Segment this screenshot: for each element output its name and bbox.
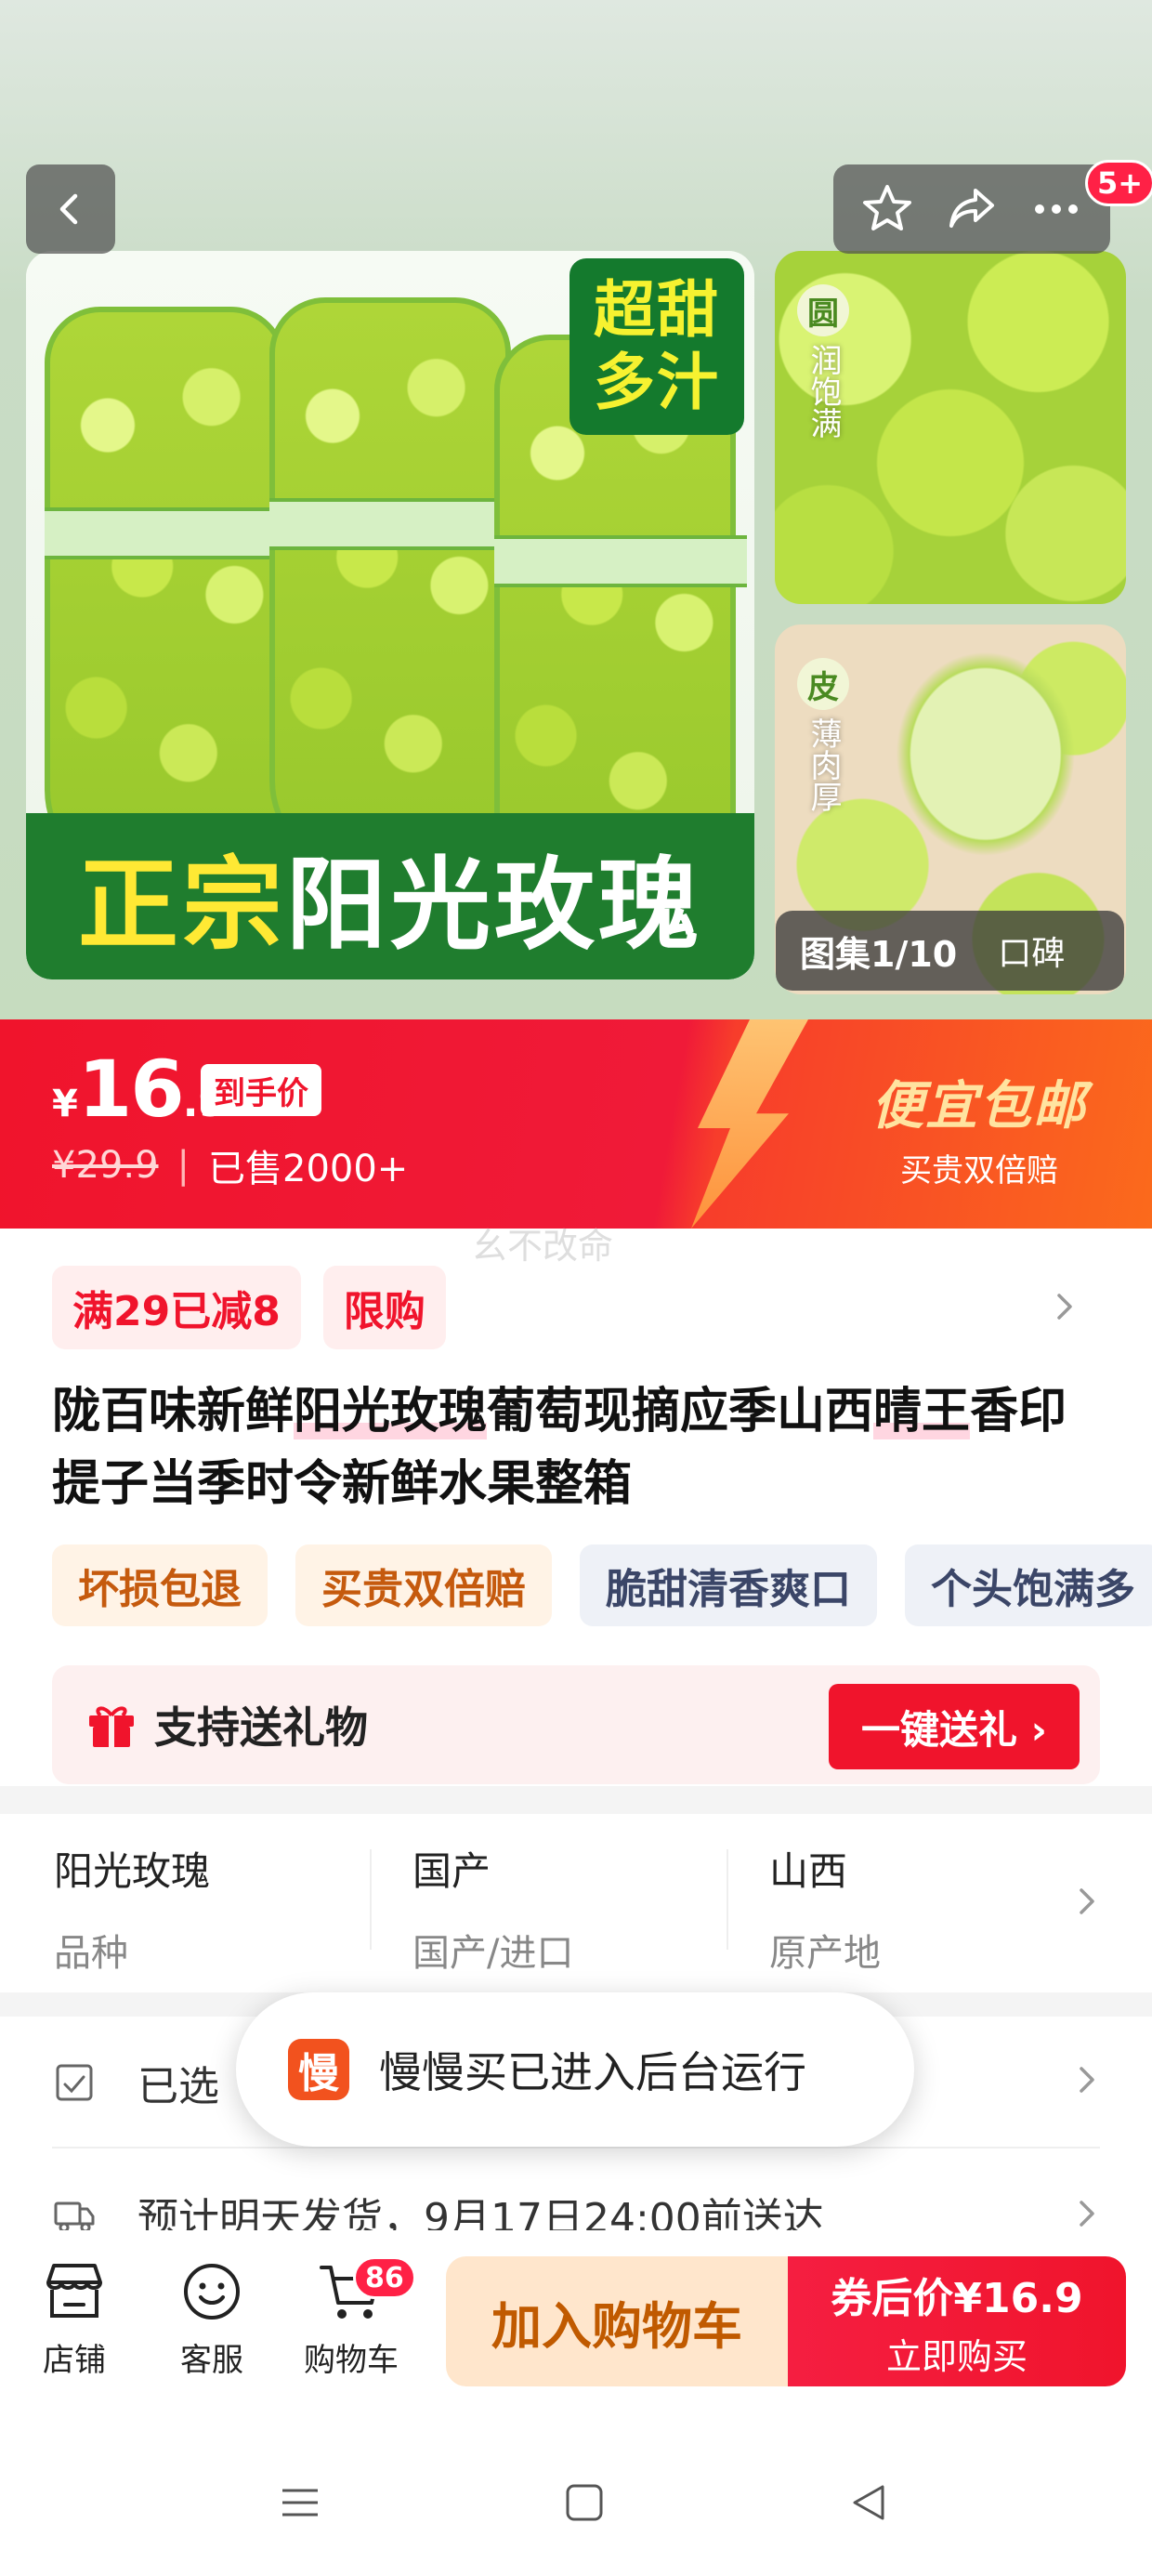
- sweet-juicy-sticker: 超甜 多汁: [569, 258, 744, 435]
- coupon-row[interactable]: 满29已减8 限购: [52, 1266, 446, 1349]
- title-highlight: 晴王: [873, 1384, 971, 1439]
- clipboard-check-icon: [56, 2064, 93, 2101]
- share-button[interactable]: [935, 172, 1009, 246]
- gift-icon: [89, 1706, 134, 1747]
- customer-service-button[interactable]: 客服: [156, 2256, 268, 2380]
- cart-count-badge: 86: [353, 2256, 416, 2299]
- title-highlight: 阳光玫瑰: [294, 1384, 488, 1439]
- attribute-key: 品种: [54, 1932, 128, 1975]
- buy-now-label: 立即购买: [885, 2335, 1028, 2377]
- chevron-right-icon[interactable]: [1074, 1883, 1102, 1920]
- attribute-value: 阳光玫瑰: [54, 1848, 211, 1894]
- chevron-left-icon: [59, 193, 78, 225]
- shop-label: 店铺: [43, 2342, 106, 2379]
- star-icon: [862, 185, 911, 230]
- favorite-button[interactable]: [850, 172, 924, 246]
- feature-chips: 坏损包退 买贵双倍赔 脆甜清香爽口 个头饱满多: [52, 1544, 1152, 1626]
- thumb-tag-dot: 皮: [797, 658, 849, 710]
- thumbnail-image-1[interactable]: 圆 润饱满: [775, 251, 1126, 604]
- sticker-line2: 多汁: [594, 347, 720, 418]
- coupon-limit[interactable]: 限购: [322, 1266, 446, 1349]
- cart-label: 购物车: [304, 2342, 399, 2379]
- attribute-key: 原产地: [769, 1932, 881, 1975]
- promo-badge[interactable]: 便宜包邮 买贵双倍赔: [871, 1064, 1087, 1190]
- thumb-tag-text: 润饱满: [805, 344, 842, 439]
- message-count-badge: 5+: [1085, 160, 1152, 206]
- currency-symbol: ¥: [52, 1083, 78, 1125]
- original-price: ¥29.9: [52, 1144, 159, 1187]
- chevron-right-icon[interactable]: [1074, 2061, 1102, 2098]
- title-seg: 葡萄现摘应季山西: [487, 1384, 874, 1439]
- chip-size[interactable]: 个头饱满多: [905, 1544, 1152, 1626]
- final-price-tag: 到手价: [201, 1064, 321, 1116]
- album-indicator[interactable]: 图集1/10 口碑: [776, 911, 1124, 991]
- row-divider: [52, 2147, 1100, 2149]
- grape-bunch: [45, 307, 297, 883]
- store-icon: [46, 2264, 102, 2318]
- price-meta: ¥29.9 | 已售2000+: [52, 1138, 408, 1192]
- back-triangle-icon[interactable]: [845, 2479, 892, 2526]
- price-bar: ¥ 16 .9 到手价 ¥29.9 | 已售2000+ 便宜包邮 买贵双倍赔: [0, 1019, 1152, 1229]
- image-banner: 正宗 阳光玫瑰: [26, 813, 754, 979]
- coupon-price: 券后价¥16.9: [831, 2274, 1083, 2322]
- attribute-origin: 山西 原产地: [769, 1840, 1085, 1977]
- attribute-variety: 阳光玫瑰 品种: [54, 1840, 370, 1977]
- price-separator: |: [177, 1144, 190, 1187]
- selected-label: 已选: [137, 2063, 219, 2110]
- banner-text-authentic: 正宗: [77, 847, 286, 964]
- banner-text-variety: 阳光玫瑰: [286, 847, 703, 964]
- chevron-right-icon[interactable]: [1046, 1288, 1083, 1325]
- thumb-tag-text: 薄肉厚: [805, 717, 842, 812]
- promo-subtitle: 买贵双倍赔: [900, 1152, 1058, 1189]
- attribute-origin-type: 国产 国产/进口: [412, 1840, 728, 1977]
- product-title: 陇百味新鲜阳光玫瑰葡萄现摘应季山西晴王香印提子当季时令新鲜水果整箱: [52, 1375, 1102, 1520]
- add-to-cart-button[interactable]: 加入购物车: [446, 2256, 788, 2386]
- send-gift-button[interactable]: 一键送礼 ›: [829, 1684, 1080, 1769]
- top-action-group: [833, 164, 1110, 254]
- service-label: 客服: [180, 2342, 243, 2379]
- home-square-icon[interactable]: [561, 2479, 608, 2526]
- reviews-tab[interactable]: 口碑: [998, 927, 1065, 975]
- thumb-feature-tag: 皮 薄肉厚: [797, 658, 849, 812]
- attribute-key: 国产/进口: [412, 1932, 574, 1975]
- attribute-divider: [370, 1849, 372, 1950]
- watermark-text: 幺不改命: [472, 1226, 614, 1267]
- attribute-divider: [727, 1849, 728, 1950]
- menu-icon[interactable]: [277, 2479, 323, 2526]
- grape-bunch: [269, 297, 522, 874]
- title-seg: 陇百味新鲜: [52, 1384, 295, 1439]
- price-integer: 16: [77, 1044, 185, 1135]
- more-dots-icon: [1035, 204, 1079, 214]
- buy-now-button[interactable]: 券后价¥16.9 立即购买: [788, 2256, 1126, 2386]
- attribute-value: 山西: [769, 1848, 848, 1894]
- toast-message: 慢慢买已进入后台运行: [379, 2047, 806, 2097]
- chip-taste[interactable]: 脆甜清香爽口: [580, 1544, 877, 1626]
- background-run-toast: 慢 慢慢买已进入后台运行: [236, 1992, 914, 2147]
- main-product-image[interactable]: 超甜 多汁 正宗 阳光玫瑰: [26, 251, 754, 979]
- sticker-line1: 超甜: [594, 274, 720, 346]
- coupon-discount[interactable]: 满29已减8: [52, 1266, 301, 1349]
- back-button[interactable]: [26, 164, 115, 254]
- thumb-feature-tag: 圆 润饱满: [797, 284, 849, 439]
- gift-label: 支持送礼物: [154, 1702, 368, 1753]
- lightning-decoration: [691, 1019, 808, 1229]
- shop-button[interactable]: 店铺: [19, 2256, 130, 2380]
- chip-price-guarantee[interactable]: 买贵双倍赔: [295, 1544, 552, 1626]
- promo-title: 便宜包邮: [871, 1076, 1087, 1137]
- chevron-right-icon[interactable]: [1074, 2195, 1102, 2232]
- sold-count: 已售2000+: [208, 1148, 409, 1190]
- share-icon: [949, 189, 994, 228]
- manmanmai-app-icon: 慢: [288, 2039, 349, 2100]
- chip-return-damage[interactable]: 坏损包退: [52, 1544, 268, 1626]
- thumb-tag-dot: 圆: [797, 284, 849, 336]
- more-button[interactable]: [1019, 172, 1093, 246]
- smiley-chat-icon: [184, 2264, 240, 2320]
- album-counter: 图集1/10: [800, 933, 958, 975]
- attribute-value: 国产: [412, 1848, 491, 1894]
